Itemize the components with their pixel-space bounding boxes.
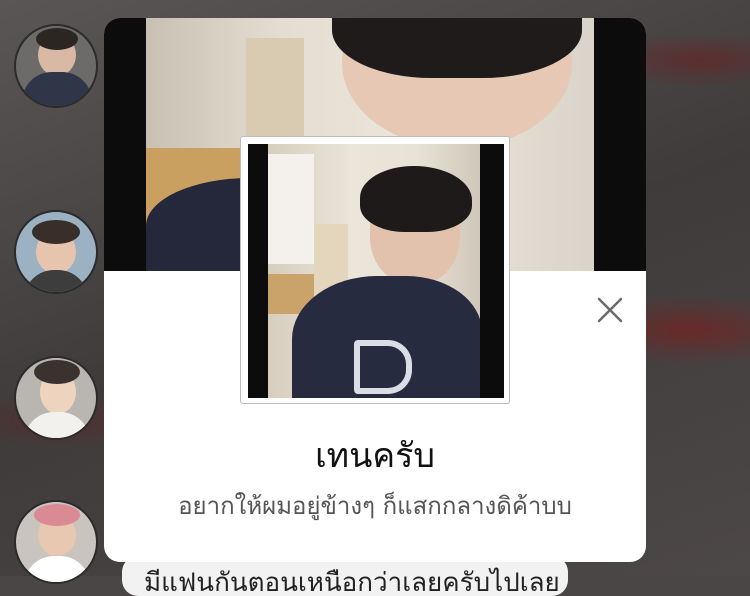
profile-name: เทนครับ: [315, 436, 435, 476]
chat-avatar[interactable]: [14, 500, 98, 584]
close-icon: [597, 297, 623, 323]
chat-avatar[interactable]: [14, 356, 98, 440]
close-button[interactable]: [590, 290, 630, 330]
profile-status-message: อยากให้ผมอยู่ข้างๆ ก็แสกกลางดิค้าบบ: [178, 492, 572, 520]
profile-card: เทนครับ อยากให้ผมอยู่ข้างๆ ก็แสกกลางดิค้…: [104, 18, 646, 562]
chat-avatar[interactable]: [14, 24, 98, 108]
chat-avatar[interactable]: [14, 210, 98, 294]
chat-message-text: มีแฟนกันตอนเหนือกว่าเลยครับไปเลย: [144, 568, 560, 596]
chat-message-bubble: มีแฟนกันตอนเหนือกว่าเลยครับไปเลย: [122, 556, 568, 596]
profile-picture[interactable]: [240, 136, 510, 404]
profile-image: [268, 144, 480, 398]
